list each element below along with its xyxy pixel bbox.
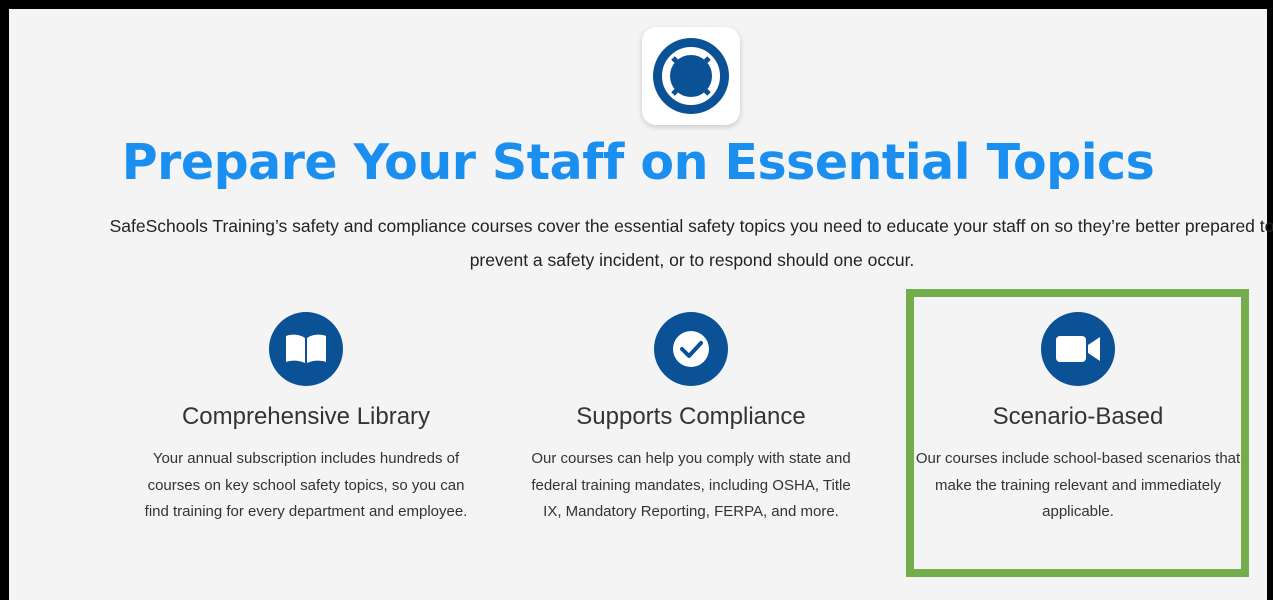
feature-title: Supports Compliance <box>576 403 806 430</box>
lifebuoy-app-icon <box>642 27 740 125</box>
page-frame: Prepare Your Staff on Essential Topics S… <box>0 0 1273 600</box>
feature-icon-circle <box>269 312 343 386</box>
highlight-box <box>906 289 1249 577</box>
feature-title: Comprehensive Library <box>181 403 431 430</box>
page-headline: Prepare Your Staff on Essential Topics <box>121 134 1155 191</box>
feature-icon-circle <box>654 312 728 386</box>
feature-supports-compliance: Supports Compliance Our courses can help… <box>511 312 871 526</box>
book-icon <box>286 334 326 363</box>
feature-comprehensive-library: Comprehensive Library Your annual subscr… <box>126 312 486 526</box>
feature-description: Our courses can help you comply with sta… <box>531 450 851 520</box>
feature-description: Your annual subscription includes hundre… <box>144 450 468 520</box>
intro-paragraph: SafeSchools Training’s safety and compli… <box>109 216 1273 270</box>
lifebuoy-icon <box>653 38 729 114</box>
checkmark-icon <box>673 331 709 367</box>
